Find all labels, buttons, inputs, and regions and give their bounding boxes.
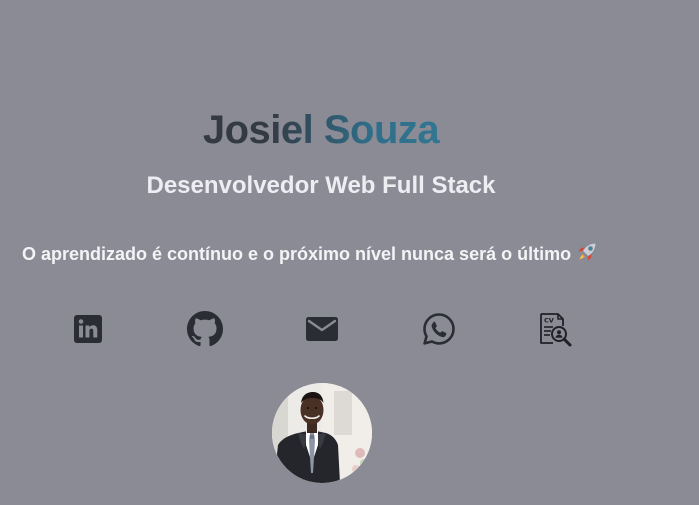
whatsapp-icon (422, 312, 456, 346)
linkedin-link[interactable] (67, 308, 109, 350)
email-link[interactable] (301, 308, 343, 350)
svg-text:CV: CV (544, 317, 554, 325)
cv-search-icon: CV (536, 310, 574, 348)
linkedin-icon (73, 314, 103, 344)
motto-text: O aprendizado é contínuo e o próximo nív… (22, 244, 572, 264)
profile-role: Desenvolvedor Web Full Stack (146, 172, 496, 199)
github-link[interactable] (184, 308, 226, 350)
profile-name: Josiel Souza (0, 104, 642, 156)
whatsapp-link[interactable] (418, 308, 460, 350)
email-icon (305, 315, 339, 343)
portfolio-hero: Josiel Souza Desenvolvedor Web Full Stac… (0, 0, 699, 505)
profile-avatar (272, 383, 372, 483)
github-icon (187, 311, 223, 347)
rocket-icon (575, 240, 599, 264)
social-links: CV (0, 308, 699, 350)
resume-link[interactable]: CV (534, 308, 576, 350)
profile-motto: O aprendizado é contínuo e o próximo nív… (22, 240, 599, 267)
